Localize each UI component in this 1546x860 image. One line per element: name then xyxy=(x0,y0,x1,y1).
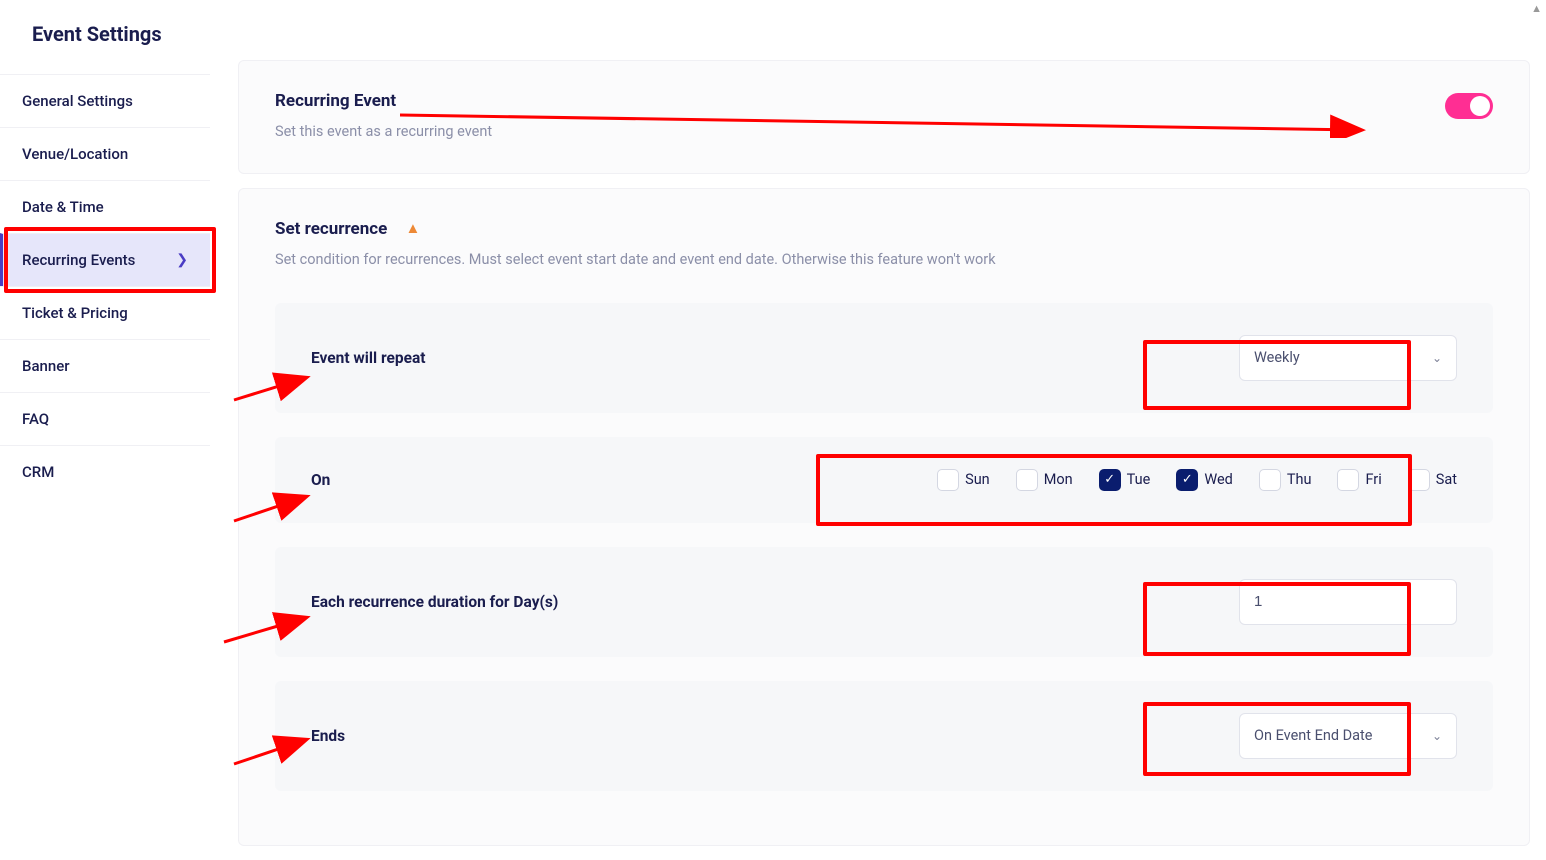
sidebar-item-label: General Settings xyxy=(22,92,133,110)
sidebar-item-label: Venue/Location xyxy=(22,145,128,163)
day-tue-label: Tue xyxy=(1127,471,1151,488)
set-recurrence-title: Set recurrence ▲ xyxy=(275,219,1493,239)
day-thu[interactable]: Thu xyxy=(1259,469,1312,491)
on-days-row: On Sun Mon ✓ Tue xyxy=(275,437,1493,523)
repeat-label: Event will repeat xyxy=(311,349,426,367)
repeat-row: Event will repeat Weekly ⌄ xyxy=(275,303,1493,413)
sidebar-item-venue-location[interactable]: Venue/Location xyxy=(0,127,210,180)
day-wed-label: Wed xyxy=(1204,471,1233,488)
days-group: Sun Mon ✓ Tue ✓ Wed xyxy=(937,469,1457,491)
sidebar-item-label: Banner xyxy=(22,357,70,375)
toggle-knob xyxy=(1470,96,1490,116)
checkbox-tue[interactable]: ✓ xyxy=(1099,469,1121,491)
warning-icon: ▲ xyxy=(406,219,421,237)
main-content: Recurring Event Set this event as a recu… xyxy=(210,0,1546,860)
day-fri-label: Fri xyxy=(1365,471,1381,488)
sidebar: Event Settings General Settings Venue/Lo… xyxy=(0,0,210,860)
on-label: On xyxy=(311,471,330,489)
sidebar-item-label: Recurring Events xyxy=(22,251,135,269)
checkbox-thu[interactable] xyxy=(1259,469,1281,491)
chevron-down-icon: ⌄ xyxy=(1432,729,1442,743)
set-recurrence-title-text: Set recurrence xyxy=(275,219,387,239)
ends-select[interactable]: On Event End Date ⌄ xyxy=(1239,713,1457,759)
sidebar-item-ticket-pricing[interactable]: Ticket & Pricing xyxy=(0,286,210,339)
ends-row: Ends On Event End Date ⌄ xyxy=(275,681,1493,791)
day-sat[interactable]: Sat xyxy=(1408,469,1457,491)
checkbox-wed[interactable]: ✓ xyxy=(1176,469,1198,491)
duration-row: Each recurrence duration for Day(s) xyxy=(275,547,1493,657)
checkbox-mon[interactable] xyxy=(1016,469,1038,491)
day-sun[interactable]: Sun xyxy=(937,469,990,491)
set-recurrence-panel: Set recurrence ▲ Set condition for recur… xyxy=(238,188,1530,846)
duration-input[interactable] xyxy=(1239,579,1457,625)
duration-label: Each recurrence duration for Day(s) xyxy=(311,593,558,611)
set-recurrence-desc: Set condition for recurrences. Must sele… xyxy=(275,249,1493,271)
sidebar-item-label: CRM xyxy=(22,463,54,481)
chevron-down-icon: ⌄ xyxy=(1432,351,1442,365)
repeat-select[interactable]: Weekly ⌄ xyxy=(1239,335,1457,381)
sidebar-item-faq[interactable]: FAQ xyxy=(0,392,210,445)
recurring-event-toggle[interactable] xyxy=(1445,93,1493,119)
ends-select-value: On Event End Date xyxy=(1254,727,1372,744)
day-mon-label: Mon xyxy=(1044,471,1073,488)
recurring-event-desc: Set this event as a recurring event xyxy=(275,121,492,143)
day-sat-label: Sat xyxy=(1436,471,1457,488)
day-sun-label: Sun xyxy=(965,471,990,488)
sidebar-item-label: Date & Time xyxy=(22,198,104,216)
checkbox-sun[interactable] xyxy=(937,469,959,491)
page-title: Event Settings xyxy=(0,12,210,74)
checkbox-fri[interactable] xyxy=(1337,469,1359,491)
checkbox-sat[interactable] xyxy=(1408,469,1430,491)
recurring-toggle-panel: Recurring Event Set this event as a recu… xyxy=(238,60,1530,174)
day-fri[interactable]: Fri xyxy=(1337,469,1381,491)
day-mon[interactable]: Mon xyxy=(1016,469,1073,491)
repeat-select-value: Weekly xyxy=(1254,349,1300,366)
sidebar-item-label: FAQ xyxy=(22,410,49,428)
day-wed[interactable]: ✓ Wed xyxy=(1176,469,1233,491)
ends-label: Ends xyxy=(311,727,345,745)
sidebar-item-general-settings[interactable]: General Settings xyxy=(0,74,210,127)
sidebar-item-date-time[interactable]: Date & Time xyxy=(0,180,210,233)
day-thu-label: Thu xyxy=(1287,471,1312,488)
recurring-event-title: Recurring Event xyxy=(275,91,492,111)
sidebar-item-crm[interactable]: CRM xyxy=(0,445,210,498)
sidebar-item-banner[interactable]: Banner xyxy=(0,339,210,392)
scroll-up-arrow[interactable]: ▲ xyxy=(1531,2,1542,15)
chevron-right-icon: ❯ xyxy=(176,252,188,268)
sidebar-item-label: Ticket & Pricing xyxy=(22,304,128,322)
day-tue[interactable]: ✓ Tue xyxy=(1099,469,1151,491)
sidebar-item-recurring-events[interactable]: Recurring Events ❯ xyxy=(0,233,210,286)
